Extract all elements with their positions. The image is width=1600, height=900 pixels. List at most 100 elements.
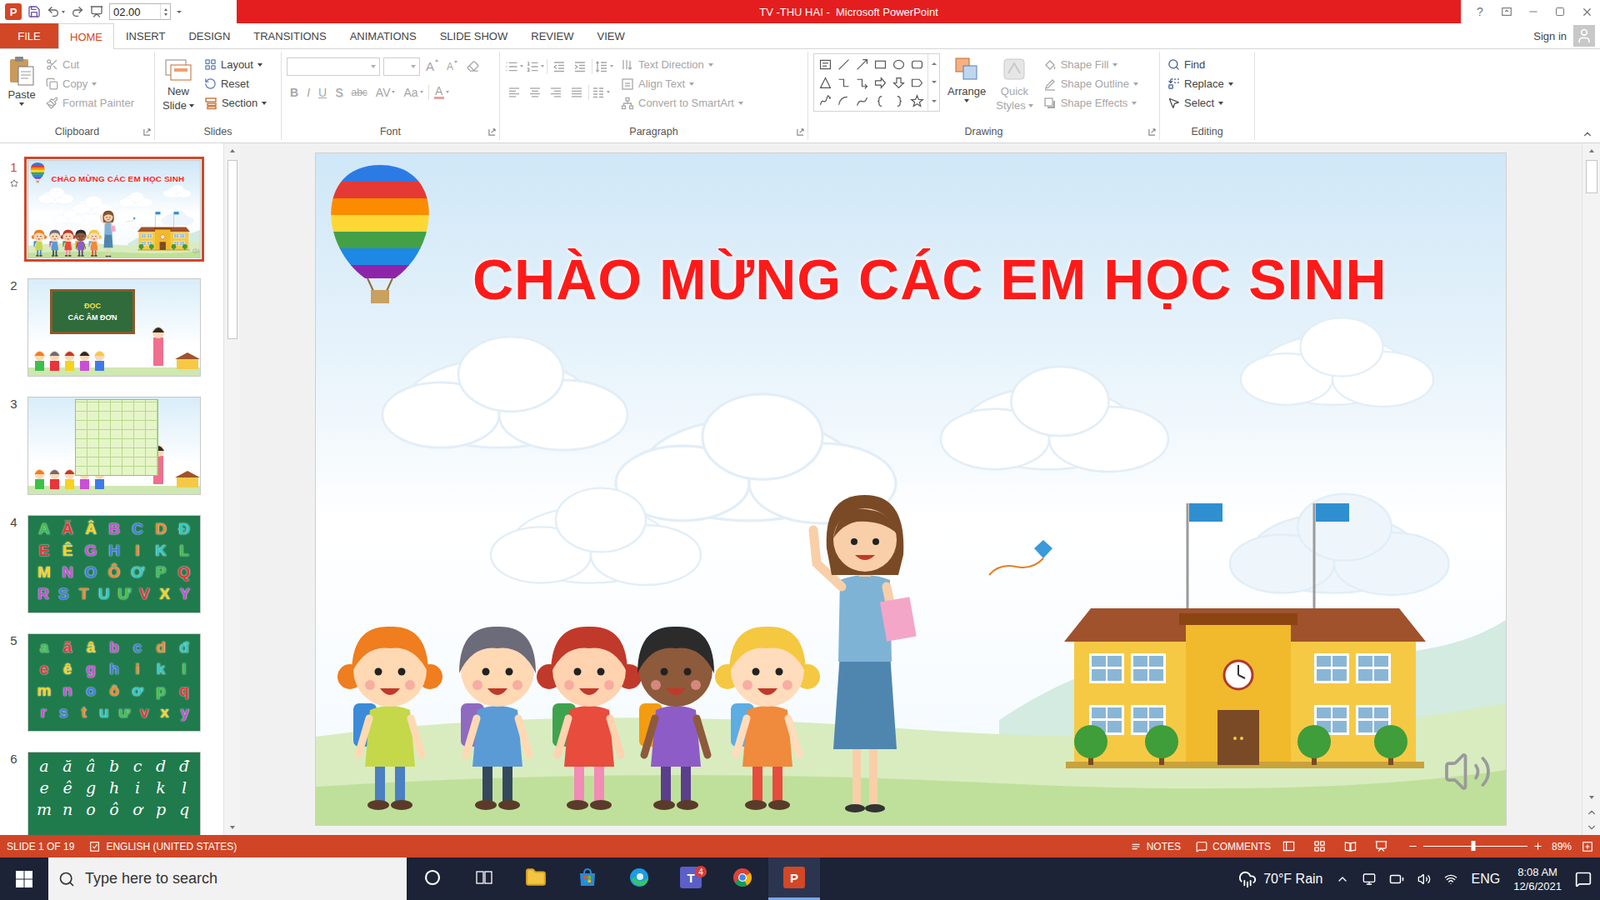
paragraph-dialog-launcher[interactable] (796, 128, 805, 136)
battery-button[interactable] (1389, 871, 1405, 887)
align-text-button[interactable]: Align Text (618, 74, 746, 94)
slide-scrollbar[interactable] (1581, 143, 1600, 835)
columns-button[interactable] (591, 82, 610, 102)
scroll-down-button[interactable] (224, 820, 240, 835)
smartart-button[interactable]: Convert to SmartArt (618, 93, 746, 113)
zoom-out-button[interactable] (1407, 840, 1419, 852)
zoom-in-button[interactable] (1532, 840, 1544, 852)
new-slide-button[interactable]: NewSlide (160, 53, 197, 114)
shape-item[interactable] (907, 91, 926, 110)
undo-button[interactable] (46, 5, 65, 19)
ribbon-tab[interactable]: SLIDE SHOW (428, 23, 520, 49)
cortana-taskbar-button[interactable] (406, 857, 459, 900)
bold-button[interactable]: B (286, 82, 302, 102)
grow-font-button[interactable]: A (423, 59, 441, 74)
font-name-field[interactable] (286, 57, 380, 76)
slide-thumbnail[interactable] (27, 396, 201, 495)
clipboard-dialog-launcher[interactable] (143, 128, 151, 136)
teams-taskbar-button[interactable]: T4 (665, 857, 717, 900)
show-hidden-icons-button[interactable] (1335, 872, 1350, 886)
shape-item[interactable] (907, 55, 926, 74)
volume-button[interactable] (1417, 872, 1431, 886)
cut-button[interactable]: Cut (43, 55, 137, 75)
scroll-thumb[interactable] (1585, 160, 1598, 194)
align-center-button[interactable] (525, 82, 545, 102)
customize-quick-access-button[interactable] (176, 10, 182, 14)
ribbon-tab[interactable]: VIEW (585, 23, 637, 49)
scroll-up-button[interactable] (1582, 143, 1600, 159)
language-indicator[interactable]: ENGLISH (UNITED STATES) (89, 840, 237, 853)
notes-button[interactable]: NOTES (1130, 840, 1181, 853)
current-slide[interactable]: CHÀO MỪNG CÁC EM HỌC SINH (315, 153, 1506, 825)
slide-title[interactable]: CHÀO MỪNG CÁC EM HỌC SINH (472, 246, 1388, 312)
line-spacing-button[interactable] (595, 56, 614, 76)
scroll-down-button[interactable] (1582, 790, 1600, 805)
painter-button[interactable]: Format Painter (43, 93, 137, 113)
edge-taskbar-button[interactable] (613, 857, 665, 900)
zoom-slider-thumb[interactable] (1470, 840, 1475, 851)
network-button[interactable] (1444, 872, 1458, 886)
italic-button[interactable]: I (303, 82, 314, 102)
help-button[interactable]: ? (1466, 0, 1494, 24)
chrome-taskbar-button[interactable] (716, 857, 769, 900)
start-button[interactable] (0, 857, 49, 900)
replace-button[interactable]: Replace (1165, 74, 1236, 94)
powerpoint-taskbar-button[interactable]: P (768, 857, 820, 900)
effects-button[interactable]: Shape Effects (1040, 93, 1141, 113)
quick-access-field[interactable]: 02.00 (109, 3, 171, 20)
ribbon-tab[interactable]: DESIGN (176, 23, 242, 49)
slide-thumbnail[interactable]: aăâbcdđeêghiklmnoôơpq (27, 751, 201, 835)
shape-item[interactable] (834, 91, 853, 110)
shape-item[interactable] (889, 91, 908, 110)
slide-thumbnail[interactable]: CHÀO MỪNG CÁC EM HỌC SINH (27, 160, 201, 259)
next-slide-button[interactable] (1582, 820, 1600, 835)
task-view-taskbar-button[interactable] (458, 857, 510, 900)
layout-button[interactable]: Layout (201, 55, 270, 75)
copy-button[interactable]: Copy (43, 74, 137, 94)
spacing-button[interactable]: AV (372, 82, 400, 102)
shadow-button[interactable]: S (331, 82, 346, 102)
spinner[interactable] (160, 4, 170, 20)
weather-widget[interactable]: 70°F Rain (1238, 870, 1323, 889)
shape-item[interactable] (834, 73, 853, 92)
font-size-field[interactable] (383, 57, 420, 76)
audio-object[interactable] (192, 247, 200, 255)
font-dialog-launcher[interactable] (488, 128, 496, 136)
color-button[interactable]: A (430, 82, 453, 102)
shape-item[interactable] (889, 55, 908, 74)
scroll-thumb[interactable] (227, 160, 238, 340)
section-button[interactable]: Section (201, 93, 270, 113)
shape-item[interactable] (907, 73, 926, 92)
slide-sorter-icon[interactable] (1313, 840, 1326, 853)
shape-item[interactable] (889, 73, 908, 92)
shape-item[interactable] (870, 55, 890, 74)
minimize-button[interactable] (1520, 0, 1547, 24)
scroll-up-button[interactable] (224, 143, 240, 159)
shape-item[interactable] (852, 73, 871, 92)
file-tab[interactable]: FILE (0, 23, 59, 49)
slide-show-icon[interactable] (1375, 840, 1388, 853)
shape-item[interactable] (815, 73, 835, 92)
ribbon-tab[interactable]: HOME (58, 23, 115, 50)
select-button[interactable]: Select (1165, 93, 1236, 113)
shape-item[interactable] (852, 91, 871, 110)
thumbnails-scrollbar[interactable] (223, 143, 240, 835)
ribbon-display-button[interactable] (1493, 0, 1520, 24)
align-right-button[interactable] (546, 82, 565, 102)
ribbon-tab[interactable]: REVIEW (519, 23, 585, 49)
clock[interactable]: 8:08 AM12/6/2021 (1513, 865, 1562, 894)
text-direction-button[interactable]: Text Direction (618, 55, 746, 75)
outline-button[interactable]: Shape Outline (1040, 74, 1141, 94)
shape-item[interactable] (815, 55, 835, 74)
zoom-slider[interactable] (1423, 845, 1528, 847)
taskbar-search[interactable]: Type here to search (48, 857, 407, 900)
ribbon-tab[interactable]: INSERT (114, 23, 177, 49)
find-button[interactable]: Find (1165, 55, 1236, 75)
shape-item[interactable] (852, 55, 871, 74)
zoom-level[interactable]: 89% (1551, 840, 1572, 853)
save-button[interactable] (27, 5, 41, 19)
comments-button[interactable]: COMMENTS (1195, 840, 1271, 853)
clear-formatting-button[interactable] (463, 56, 482, 76)
arrange-button[interactable]: Arrange (945, 53, 989, 105)
drawing-dialog-launcher[interactable] (1148, 128, 1156, 136)
